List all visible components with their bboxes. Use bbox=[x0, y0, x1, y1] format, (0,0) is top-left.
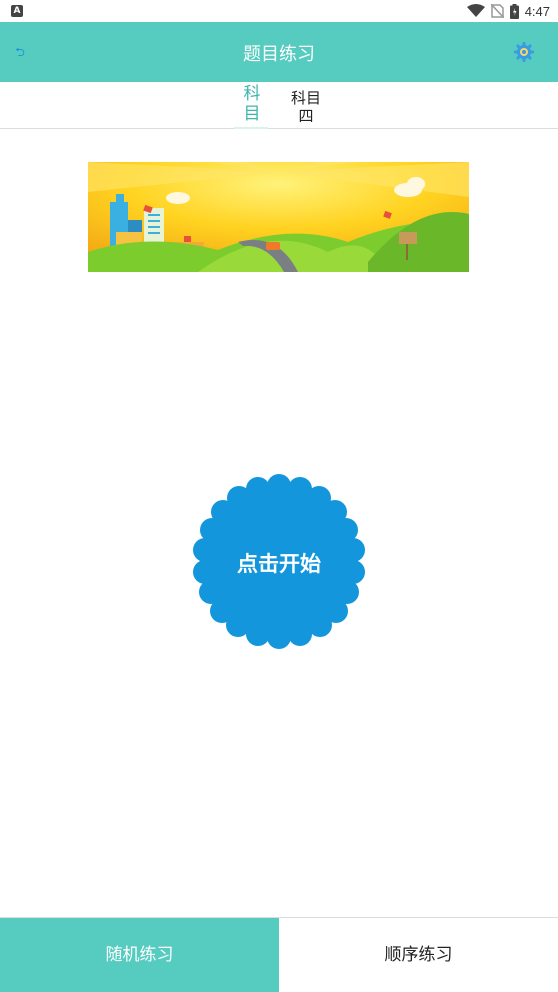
page-title: 题目练习 bbox=[243, 44, 315, 65]
tab-subject-4[interactable]: 科目 四 bbox=[288, 87, 324, 133]
wifi-icon bbox=[466, 4, 485, 17]
sequential-practice-button[interactable]: 顺序练习 bbox=[279, 918, 558, 992]
status-time: 4:47 bbox=[524, 3, 550, 19]
status-bar: A 4:47 bbox=[0, 0, 558, 22]
status-icons: 4:47 bbox=[466, 2, 550, 20]
tab-subject-1[interactable]: 科目 bbox=[234, 82, 270, 129]
banner-image bbox=[88, 162, 469, 272]
start-button[interactable]: 点击开始 bbox=[191, 474, 367, 650]
subject-tabs: 科目 科目 四 bbox=[0, 82, 558, 129]
start-button-label: 点击开始 bbox=[237, 552, 321, 576]
tab-label: 科目 bbox=[290, 89, 321, 107]
app-screen: A 4:47 ⮌ 题目练习 科目 科目 四 点击开始 随机练习 顺序练习 bbox=[0, 0, 558, 992]
battery-icon bbox=[509, 3, 519, 19]
title-bar: ⮌ 题目练习 bbox=[0, 22, 558, 82]
tab-label: 科目 bbox=[243, 84, 261, 124]
tab-active-indicator bbox=[234, 127, 268, 129]
no-sim-icon bbox=[490, 4, 504, 18]
banner-illustration bbox=[88, 162, 469, 272]
settings-button[interactable] bbox=[512, 40, 536, 64]
bottom-bar: 随机练习 顺序练习 bbox=[0, 917, 558, 992]
settings-icon bbox=[514, 42, 534, 62]
tab-sublabel: 四 bbox=[298, 107, 314, 125]
a-notification-icon: A bbox=[11, 5, 23, 17]
random-practice-button[interactable]: 随机练习 bbox=[0, 918, 279, 992]
